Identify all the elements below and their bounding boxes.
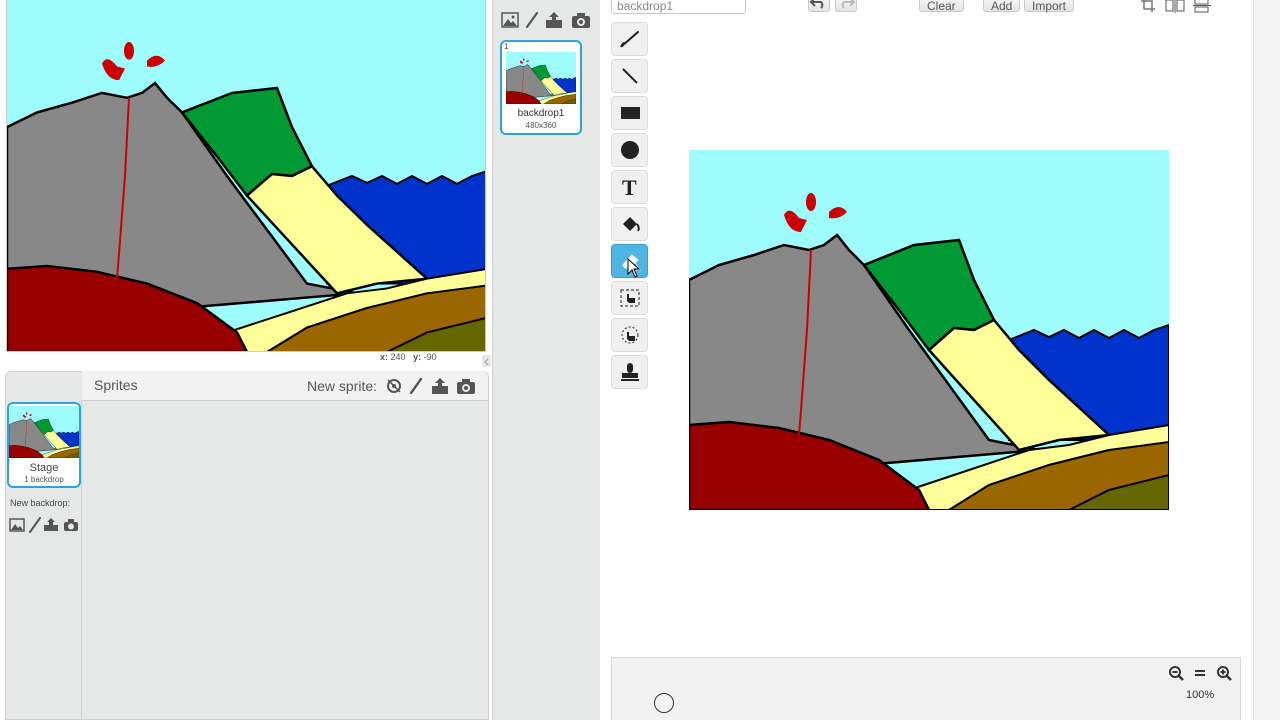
paint-sprite-icon[interactable] xyxy=(406,376,426,396)
zoom-level: 100% xyxy=(1186,689,1215,701)
svg-text:T: T xyxy=(622,176,637,198)
sprites-header xyxy=(82,371,488,401)
mouse-cursor xyxy=(627,257,641,278)
stage-canvas[interactable] xyxy=(6,0,486,352)
mouse-coordinates: x: 240 y: -90 xyxy=(380,352,480,368)
add-button[interactable]: Add xyxy=(983,0,1021,13)
flip-vertical-icon[interactable] xyxy=(1192,0,1212,15)
backdrop-index: 1 xyxy=(504,42,509,51)
select-tool[interactable] xyxy=(611,281,648,315)
paint-backdrop-icon[interactable] xyxy=(27,515,43,535)
new-backdrop-label: New backdrop: xyxy=(10,498,71,508)
new-sprite-label: New sprite: xyxy=(307,378,378,394)
x-label: x: xyxy=(380,352,389,362)
brush-size-preview xyxy=(654,693,674,713)
scrollbar-track[interactable] xyxy=(1253,0,1280,720)
set-costume-center-icon[interactable] xyxy=(1140,0,1160,15)
landscape-icon[interactable] xyxy=(500,10,520,30)
fill-tool[interactable] xyxy=(611,207,648,241)
rectangle-tool[interactable] xyxy=(611,96,648,130)
ellipse-tool[interactable] xyxy=(611,133,648,167)
paint-canvas[interactable] xyxy=(689,150,1169,510)
undo-button[interactable] xyxy=(808,0,830,12)
backdrop-library-icon[interactable] xyxy=(8,515,26,535)
backdrop-name: backdrop1 xyxy=(517,108,565,119)
y-value: -90 xyxy=(423,352,437,362)
reshape-tool[interactable] xyxy=(611,318,648,352)
sprite-library-icon[interactable] xyxy=(384,376,404,396)
text-tool[interactable]: T xyxy=(611,170,648,204)
stage-collapse-handle[interactable] xyxy=(482,355,491,367)
clear-button[interactable]: Clear xyxy=(919,0,964,13)
costume-name-input[interactable]: backdrop1 xyxy=(611,0,746,14)
paintbrush-icon[interactable] xyxy=(522,10,542,30)
redo-button[interactable] xyxy=(835,0,857,12)
camera-backdrop-icon[interactable] xyxy=(62,515,80,535)
zoom-in-icon[interactable] xyxy=(1213,663,1235,683)
sprites-title: Sprites xyxy=(94,377,138,393)
x-value: 240 xyxy=(390,352,406,362)
zoom-out-icon[interactable] xyxy=(1165,663,1187,683)
upload-sprite-icon[interactable] xyxy=(430,376,450,396)
camera-icon[interactable] xyxy=(571,10,591,30)
zoom-reset-icon[interactable] xyxy=(1189,663,1211,683)
camera-sprite-icon[interactable] xyxy=(456,376,476,396)
upload-backdrop-icon[interactable] xyxy=(42,515,60,535)
import-button[interactable]: Import xyxy=(1024,0,1075,13)
brush-tool[interactable] xyxy=(611,22,648,56)
tool-options-panel xyxy=(611,657,1241,720)
stage-label: Stage xyxy=(29,462,59,474)
upload-icon[interactable] xyxy=(544,10,564,30)
backdrop-size: 480x360 xyxy=(525,121,557,130)
paint-toolbar: T xyxy=(611,22,649,394)
stamp-tool[interactable] xyxy=(611,355,648,389)
line-tool[interactable] xyxy=(611,59,648,93)
stage-backdrop-count: 1 backdrop xyxy=(24,475,64,484)
y-label: y: xyxy=(413,352,422,362)
flip-horizontal-icon[interactable] xyxy=(1165,0,1185,15)
